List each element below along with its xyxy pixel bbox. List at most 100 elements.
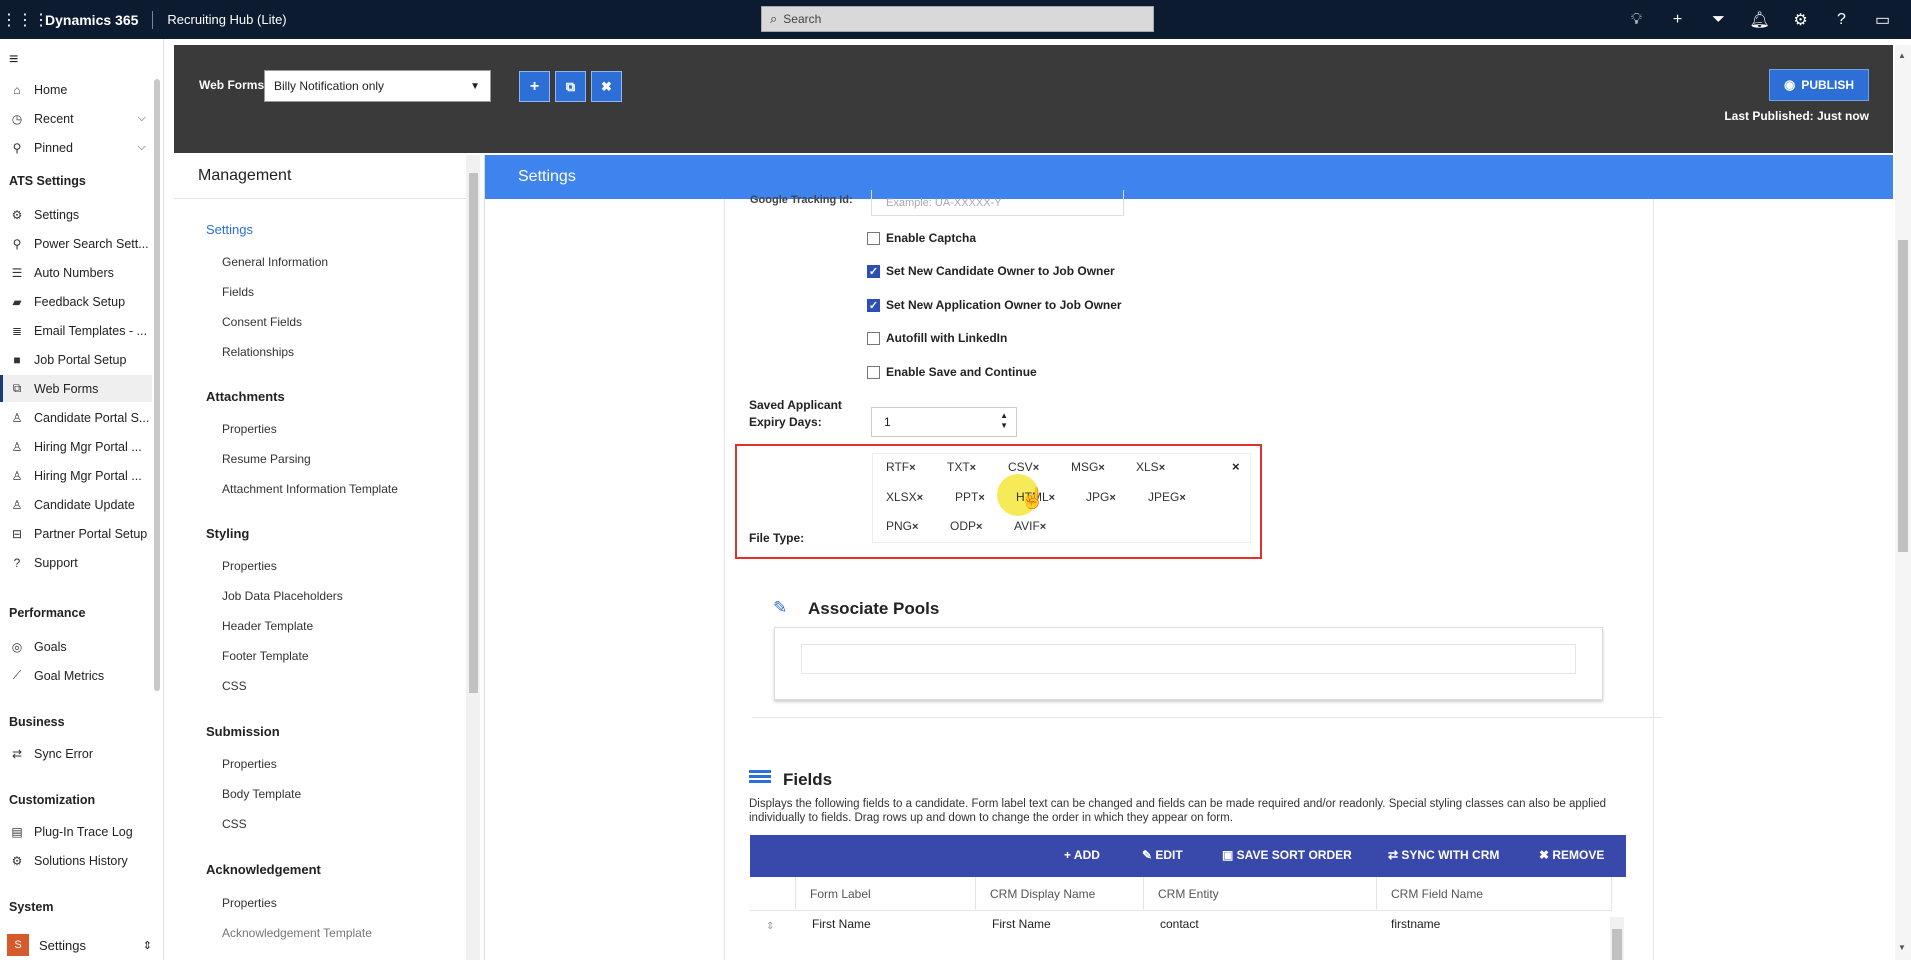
mgmt-item-consent-fields[interactable]: Consent Fields [222,315,302,329]
expiry-days-input[interactable]: 1 ▲ ▼ [871,407,1017,437]
file-type-tag[interactable]: PNG× [886,519,918,533]
brand-name[interactable]: Dynamics 365 [45,12,138,28]
add-field-button[interactable]: + ADD [1064,848,1100,862]
google-tracking-input[interactable]: Example: UA-XXXXX-Y [871,190,1124,216]
remove-tag-icon[interactable]: × [976,521,982,533]
sync-with-crm-button[interactable]: ⇄ SYNC WITH CRM [1388,848,1499,862]
table-header[interactable]: CRM Display Name [976,877,1144,911]
mgmt-item-properties[interactable]: Properties [222,896,277,910]
candidate-owner-checkbox[interactable]: ✓ Set New Candidate Owner to Job Owner [867,264,1115,278]
search-input[interactable]: ⌕ Search [761,6,1154,32]
file-type-tag[interactable]: JPG× [1086,490,1116,504]
table-cell[interactable]: firstname [1391,917,1440,931]
web-form-select[interactable]: Billy Notification only ▼ [264,70,491,102]
mgmt-item-acknowledgement-template[interactable]: Acknowledgement Template [222,926,372,940]
copy-form-button[interactable]: ⧉ [555,71,586,102]
file-type-tag[interactable]: PPT× [955,490,985,504]
management-scroll-thumb[interactable] [469,173,478,693]
chevron-down-icon[interactable]: ⌵ [138,141,146,154]
checkbox-box[interactable]: ✓ [867,298,880,312]
scroll-up-icon[interactable]: ▲ [1898,51,1906,60]
remove-tag-icon[interactable]: × [917,492,923,504]
mgmt-item-fields[interactable]: Fields [222,285,254,299]
mgmt-item-properties[interactable]: Properties [222,559,277,573]
mgmt-section-submission[interactable]: Submission [206,724,280,739]
remove-tag-icon[interactable]: × [1033,462,1039,474]
nav-settings[interactable]: ⚙ Settings [0,201,152,228]
drag-handle-icon[interactable]: ⇕ [766,921,774,932]
nav-goals[interactable]: ◎ Goals [0,633,152,660]
nav-support[interactable]: ? Support [0,549,152,576]
remove-tag-icon[interactable]: × [1179,492,1185,504]
bell-icon[interactable]: 🔔︎ [1739,10,1780,30]
remove-tag-icon[interactable]: × [909,462,915,474]
table-cell[interactable]: First Name [812,917,871,931]
table-header[interactable]: CRM Entity [1144,877,1377,911]
nav-power-search[interactable]: ⚲ Power Search Sett... [0,230,152,257]
table-cell[interactable]: contact [1160,917,1199,931]
spinner-arrows-icon[interactable]: ▲ ▼ [1000,411,1008,431]
app-name[interactable]: Recruiting Hub (Lite) [167,12,286,27]
autofill-linkedin-checkbox[interactable]: Autofill with LinkedIn [867,331,1007,345]
file-type-tag[interactable]: TXT× [947,460,976,474]
lightbulb-icon[interactable]: 💡︎ [1616,11,1657,29]
mgmt-item-header-template[interactable]: Header Template [222,619,313,633]
remove-tag-icon[interactable]: × [1109,492,1115,504]
file-type-tag[interactable]: XLSX× [886,490,923,504]
mgmt-section-settings[interactable]: Settings [206,222,253,237]
clear-all-icon[interactable]: × [1232,459,1240,474]
filter-icon[interactable]: ⏷ [1698,11,1739,29]
table-scroll-thumb[interactable] [1612,929,1622,960]
nav-home[interactable]: ⌂ Home [0,76,152,103]
plus-icon[interactable]: + [1657,11,1698,29]
nav-scrollbar[interactable] [154,79,160,691]
application-owner-checkbox[interactable]: ✓ Set New Application Owner to Job Owner [867,298,1122,312]
file-type-tag[interactable]: XLS× [1136,460,1165,474]
nav-candidate-update[interactable]: ♙ Candidate Update [0,491,152,518]
main-scrollbar[interactable]: ▲ ▼ [1895,45,1911,960]
nav-hiring-mgr-portal-2[interactable]: ♙ Hiring Mgr Portal ... [0,462,152,489]
save-continue-checkbox[interactable]: Enable Save and Continue [867,365,1037,379]
scroll-down-icon[interactable]: ▼ [1898,943,1906,952]
nav-job-portal-setup[interactable]: ■ Job Portal Setup [0,346,152,373]
add-form-button[interactable]: + [519,71,550,102]
file-type-tag[interactable]: JPEG× [1148,490,1186,504]
remove-tag-icon[interactable]: × [1159,462,1165,474]
nav-hiring-mgr-portal-1[interactable]: ♙ Hiring Mgr Portal ... [0,433,152,460]
mgmt-item-job-data-placeholders[interactable]: Job Data Placeholders [222,589,343,603]
nav-web-forms[interactable]: ⧉ Web Forms [0,375,152,402]
remove-tag-icon[interactable]: × [1040,521,1046,533]
file-type-tag[interactable]: MSG× [1071,460,1105,474]
remove-tag-icon[interactable]: × [1098,462,1104,474]
checkbox-box[interactable]: ✓ [867,264,880,278]
nav-recent[interactable]: ◷ Recent ⌵ [0,105,152,132]
app-launcher-icon[interactable]: ⋮⋮⋮ [1,10,49,30]
checkbox-box[interactable] [867,231,880,245]
mgmt-section-styling[interactable]: Styling [206,526,249,541]
mgmt-item-properties[interactable]: Properties [222,757,277,771]
enable-captcha-checkbox[interactable]: Enable Captcha [867,231,976,245]
file-type-tag[interactable]: CSV× [1008,460,1039,474]
remove-field-button[interactable]: ✖ REMOVE [1539,848,1604,862]
file-type-tag[interactable]: ODP× [950,519,982,533]
table-cell[interactable]: First Name [992,917,1051,931]
gear-icon[interactable]: ⚙ [1780,10,1821,30]
help-icon[interactable]: ? [1821,11,1862,29]
file-type-tag[interactable]: AVIF× [1014,519,1046,533]
mgmt-item-css[interactable]: CSS [222,817,247,831]
nav-email-templates[interactable]: ≣ Email Templates - ... [0,317,152,344]
remove-tag-icon[interactable]: × [912,521,918,533]
mgmt-section-attachments[interactable]: Attachments [206,389,285,404]
nav-candidate-portal[interactable]: ♙ Candidate Portal S... [0,404,152,431]
mgmt-item-general-information[interactable]: General Information [222,255,328,269]
mgmt-item-css[interactable]: CSS [222,679,247,693]
area-switcher[interactable]: S Settings ⇕ [0,930,162,960]
nav-partner-portal[interactable]: ⊟ Partner Portal Setup [0,520,152,547]
publish-button[interactable]: ◉ PUBLISH [1769,69,1869,101]
file-type-tag-input[interactable] [872,453,1251,543]
mgmt-section-acknowledgement[interactable]: Acknowledgement [206,862,321,877]
checkbox-box[interactable] [867,365,880,379]
nav-sync-error[interactable]: ⇄ Sync Error [0,740,152,767]
mgmt-item-resume-parsing[interactable]: Resume Parsing [222,452,311,466]
table-header[interactable]: CRM Field Name [1377,877,1612,911]
